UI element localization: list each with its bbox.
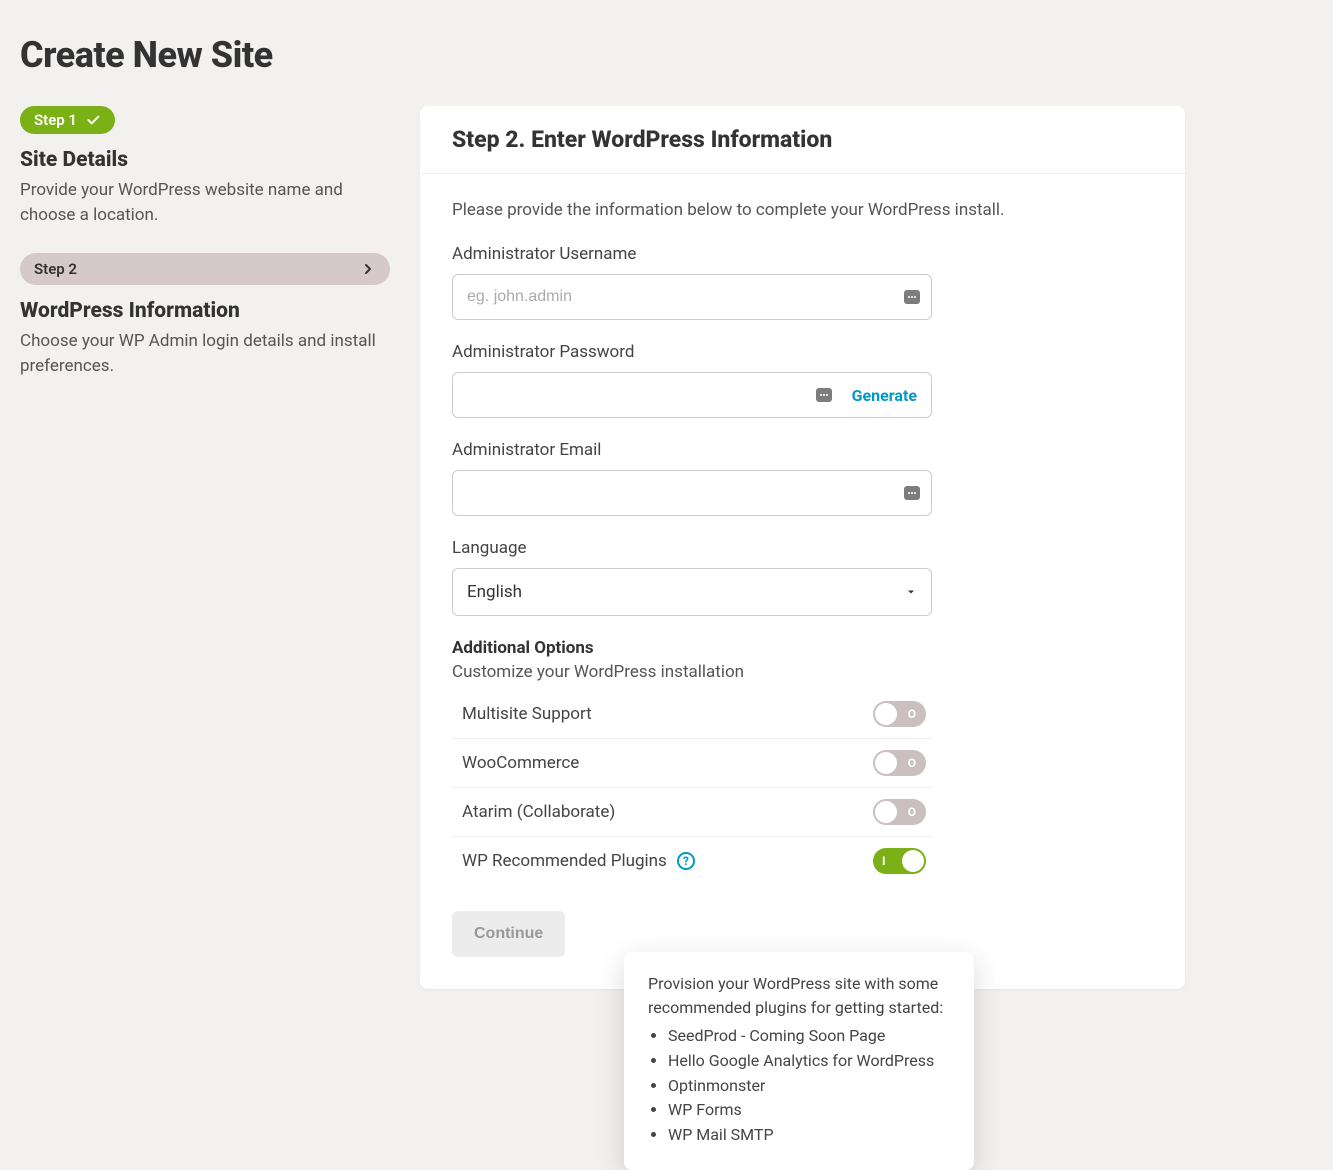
generate-password-button[interactable]: Generate [838, 386, 931, 405]
toggle-woocommerce[interactable]: O [873, 750, 926, 776]
step2-desc: Choose your WP Admin login details and i… [20, 329, 390, 378]
language-field: Language English [452, 538, 932, 616]
additional-sub: Customize your WordPress installation [452, 662, 1153, 682]
option-label: Atarim (Collaborate) [462, 802, 615, 822]
option-label: WooCommerce [462, 753, 579, 773]
option-woocommerce: WooCommerce O [452, 739, 932, 788]
option-multisite: Multisite Support O [452, 690, 932, 739]
toggle-text: O [908, 805, 917, 819]
tooltip-text: Provision your WordPress site with some … [648, 972, 950, 1020]
page-title: Create New Site [20, 34, 1313, 76]
panel-heading: Step 2. Enter WordPress Information [452, 126, 1153, 153]
toggle-recommended-plugins[interactable]: I [873, 848, 926, 874]
language-value: English [467, 582, 522, 602]
language-label: Language [452, 538, 932, 558]
keychain-icon[interactable] [904, 290, 920, 304]
step1-desc: Provide your WordPress website name and … [20, 178, 390, 227]
toggle-text: I [882, 854, 887, 868]
keychain-icon[interactable] [816, 388, 832, 402]
tooltip-item: Optinmonster [668, 1074, 950, 1099]
username-field: Administrator Username [452, 244, 932, 320]
chevron-right-icon [360, 261, 376, 277]
toggle-multisite[interactable]: O [873, 701, 926, 727]
option-label-text: WP Recommended Plugins [462, 851, 667, 871]
step1-title: Site Details [20, 148, 390, 172]
tooltip-item: WP Mail SMTP [668, 1123, 950, 1148]
step1-block[interactable]: Step 1 Site Details Provide your WordPre… [20, 106, 390, 227]
toggle-atarim[interactable]: O [873, 799, 926, 825]
step2-pill-label: Step 2 [34, 260, 77, 278]
recommended-plugins-tooltip: Provision your WordPress site with some … [624, 952, 974, 1170]
sidebar: Step 1 Site Details Provide your WordPre… [20, 106, 390, 989]
password-label: Administrator Password [452, 342, 932, 362]
step2-pill: Step 2 [20, 253, 390, 285]
continue-button[interactable]: Continue [452, 911, 565, 957]
option-atarim: Atarim (Collaborate) O [452, 788, 932, 837]
email-label: Administrator Email [452, 440, 932, 460]
option-recommended-plugins: WP Recommended Plugins ? I [452, 837, 932, 885]
password-input[interactable] [453, 373, 816, 417]
tooltip-item: SeedProd - Coming Soon Page [668, 1024, 950, 1049]
caret-down-icon [905, 586, 917, 598]
tooltip-item: Hello Google Analytics for WordPress [668, 1049, 950, 1074]
password-field: Administrator Password Generate [452, 342, 932, 418]
form-panel: Step 2. Enter WordPress Information Plea… [420, 106, 1185, 989]
option-label: Multisite Support [462, 704, 592, 724]
toggle-text: O [908, 707, 917, 721]
keychain-icon[interactable] [904, 486, 920, 500]
step2-title: WordPress Information [20, 299, 390, 323]
help-icon[interactable]: ? [677, 852, 695, 870]
panel-intro: Please provide the information below to … [452, 200, 1153, 220]
option-label: WP Recommended Plugins ? [462, 851, 695, 871]
username-input[interactable] [452, 274, 932, 320]
step1-pill-label: Step 1 [34, 111, 77, 129]
language-select[interactable]: English [452, 568, 932, 616]
step1-pill: Step 1 [20, 106, 115, 134]
tooltip-item: WP Forms [668, 1098, 950, 1123]
toggle-text: O [908, 756, 917, 770]
additional-heading: Additional Options [452, 638, 1153, 658]
check-icon [85, 112, 101, 128]
step2-block[interactable]: Step 2 WordPress Information Choose your… [20, 253, 390, 378]
email-field: Administrator Email [452, 440, 932, 516]
username-label: Administrator Username [452, 244, 932, 264]
additional-options: Multisite Support O WooCommerce O Atarim… [452, 690, 932, 885]
email-input[interactable] [452, 470, 932, 516]
